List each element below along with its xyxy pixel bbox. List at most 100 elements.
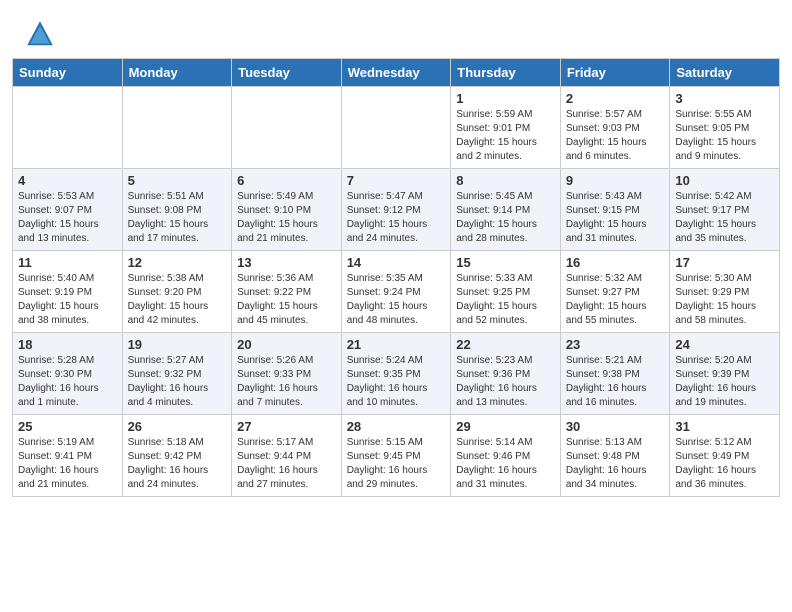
calendar-cell: 10 Sunrise: 5:42 AM Sunset: 9:17 PM Dayli… <box>670 169 780 251</box>
day-info: Sunrise: 5:42 AM Sunset: 9:17 PM Dayligh… <box>675 190 774 246</box>
day-info: Sunrise: 5:57 AM Sunset: 9:03 PM Dayligh… <box>566 108 665 164</box>
day-info: Sunrise: 5:33 AM Sunset: 9:25 PM Dayligh… <box>456 272 555 328</box>
day-number: 28 <box>347 419 446 434</box>
day-number: 17 <box>675 255 774 270</box>
calendar-cell <box>122 87 232 169</box>
day-headers-row: SundayMondayTuesdayWednesdayThursdayFrid… <box>13 59 780 87</box>
logo <box>24 18 60 50</box>
day-info: Sunrise: 5:45 AM Sunset: 9:14 PM Dayligh… <box>456 190 555 246</box>
day-number: 25 <box>18 419 117 434</box>
calendar-cell: 14 Sunrise: 5:35 AM Sunset: 9:24 PM Dayli… <box>341 251 451 333</box>
day-info: Sunrise: 5:43 AM Sunset: 9:15 PM Dayligh… <box>566 190 665 246</box>
calendar-cell: 17Sunrise: 5:30 AM Sunset: 9:29 PM Dayli… <box>670 251 780 333</box>
calendar-cell: 27 Sunrise: 5:17 AM Sunset: 9:44 PM Dayli… <box>232 415 342 497</box>
day-number: 16 <box>566 255 665 270</box>
day-number: 26 <box>128 419 227 434</box>
calendar-cell: 1 Sunrise: 5:59 AM Sunset: 9:01 PM Daylig… <box>451 87 561 169</box>
day-info: Sunrise: 5:26 AM Sunset: 9:33 PM Dayligh… <box>237 354 336 410</box>
week-row-5: 25 Sunrise: 5:19 AM Sunset: 9:41 PM Dayli… <box>13 415 780 497</box>
day-number: 14 <box>347 255 446 270</box>
day-header-wednesday: Wednesday <box>341 59 451 87</box>
day-number: 3 <box>675 91 774 106</box>
calendar-cell: 24 Sunrise: 5:20 AM Sunset: 9:39 PM Dayli… <box>670 333 780 415</box>
day-info: Sunrise: 5:35 AM Sunset: 9:24 PM Dayligh… <box>347 272 446 328</box>
day-info: Sunrise: 5:21 AM Sunset: 9:38 PM Dayligh… <box>566 354 665 410</box>
day-info: Sunrise: 5:17 AM Sunset: 9:44 PM Dayligh… <box>237 436 336 492</box>
day-info: Sunrise: 5:12 AM Sunset: 9:49 PM Dayligh… <box>675 436 774 492</box>
day-number: 6 <box>237 173 336 188</box>
day-info: Sunrise: 5:38 AM Sunset: 9:20 PM Dayligh… <box>128 272 227 328</box>
day-header-monday: Monday <box>122 59 232 87</box>
day-info: Sunrise: 5:18 AM Sunset: 9:42 PM Dayligh… <box>128 436 227 492</box>
calendar-table: SundayMondayTuesdayWednesdayThursdayFrid… <box>12 58 780 497</box>
day-header-tuesday: Tuesday <box>232 59 342 87</box>
calendar-cell: 29Sunrise: 5:14 AM Sunset: 9:46 PM Dayli… <box>451 415 561 497</box>
day-header-friday: Friday <box>560 59 670 87</box>
calendar-cell: 3 Sunrise: 5:55 AM Sunset: 9:05 PM Daylig… <box>670 87 780 169</box>
day-info: Sunrise: 5:28 AM Sunset: 9:30 PM Dayligh… <box>18 354 117 410</box>
day-info: Sunrise: 5:32 AM Sunset: 9:27 PM Dayligh… <box>566 272 665 328</box>
day-info: Sunrise: 5:55 AM Sunset: 9:05 PM Dayligh… <box>675 108 774 164</box>
day-number: 10 <box>675 173 774 188</box>
day-number: 30 <box>566 419 665 434</box>
calendar-cell: 11Sunrise: 5:40 AM Sunset: 9:19 PM Dayli… <box>13 251 123 333</box>
calendar-cell: 28 Sunrise: 5:15 AM Sunset: 9:45 PM Dayli… <box>341 415 451 497</box>
week-row-1: 1 Sunrise: 5:59 AM Sunset: 9:01 PM Daylig… <box>13 87 780 169</box>
calendar-cell: 30Sunrise: 5:13 AM Sunset: 9:48 PM Dayli… <box>560 415 670 497</box>
day-number: 8 <box>456 173 555 188</box>
day-info: Sunrise: 5:19 AM Sunset: 9:41 PM Dayligh… <box>18 436 117 492</box>
calendar-cell: 15 Sunrise: 5:33 AM Sunset: 9:25 PM Dayli… <box>451 251 561 333</box>
day-info: Sunrise: 5:15 AM Sunset: 9:45 PM Dayligh… <box>347 436 446 492</box>
day-info: Sunrise: 5:27 AM Sunset: 9:32 PM Dayligh… <box>128 354 227 410</box>
day-info: Sunrise: 5:23 AM Sunset: 9:36 PM Dayligh… <box>456 354 555 410</box>
calendar-container: SundayMondayTuesdayWednesdayThursdayFrid… <box>0 58 792 509</box>
day-header-saturday: Saturday <box>670 59 780 87</box>
calendar-body: 1 Sunrise: 5:59 AM Sunset: 9:01 PM Daylig… <box>13 87 780 497</box>
day-number: 29 <box>456 419 555 434</box>
day-number: 5 <box>128 173 227 188</box>
day-number: 11 <box>18 255 117 270</box>
day-number: 18 <box>18 337 117 352</box>
day-number: 21 <box>347 337 446 352</box>
calendar-cell: 31 Sunrise: 5:12 AM Sunset: 9:49 PM Dayli… <box>670 415 780 497</box>
day-number: 15 <box>456 255 555 270</box>
calendar-cell: 19Sunrise: 5:27 AM Sunset: 9:32 PM Dayli… <box>122 333 232 415</box>
calendar-cell: 2 Sunrise: 5:57 AM Sunset: 9:03 PM Daylig… <box>560 87 670 169</box>
calendar-cell <box>232 87 342 169</box>
day-info: Sunrise: 5:49 AM Sunset: 9:10 PM Dayligh… <box>237 190 336 246</box>
day-number: 12 <box>128 255 227 270</box>
calendar-cell: 13 Sunrise: 5:36 AM Sunset: 9:22 PM Dayli… <box>232 251 342 333</box>
calendar-cell: 18 Sunrise: 5:28 AM Sunset: 9:30 PM Dayli… <box>13 333 123 415</box>
day-header-sunday: Sunday <box>13 59 123 87</box>
week-row-4: 18 Sunrise: 5:28 AM Sunset: 9:30 PM Dayli… <box>13 333 780 415</box>
calendar-cell: 20 Sunrise: 5:26 AM Sunset: 9:33 PM Dayli… <box>232 333 342 415</box>
day-number: 2 <box>566 91 665 106</box>
calendar-cell: 6 Sunrise: 5:49 AM Sunset: 9:10 PM Daylig… <box>232 169 342 251</box>
calendar-cell <box>341 87 451 169</box>
day-info: Sunrise: 5:47 AM Sunset: 9:12 PM Dayligh… <box>347 190 446 246</box>
day-info: Sunrise: 5:20 AM Sunset: 9:39 PM Dayligh… <box>675 354 774 410</box>
day-info: Sunrise: 5:59 AM Sunset: 9:01 PM Dayligh… <box>456 108 555 164</box>
day-number: 9 <box>566 173 665 188</box>
week-row-2: 4Sunrise: 5:53 AM Sunset: 9:07 PM Daylig… <box>13 169 780 251</box>
calendar-cell: 25 Sunrise: 5:19 AM Sunset: 9:41 PM Dayli… <box>13 415 123 497</box>
calendar-cell: 7 Sunrise: 5:47 AM Sunset: 9:12 PM Daylig… <box>341 169 451 251</box>
calendar-cell <box>13 87 123 169</box>
day-number: 27 <box>237 419 336 434</box>
calendar-cell: 23 Sunrise: 5:21 AM Sunset: 9:38 PM Dayli… <box>560 333 670 415</box>
page-header <box>0 0 792 58</box>
day-number: 7 <box>347 173 446 188</box>
day-info: Sunrise: 5:36 AM Sunset: 9:22 PM Dayligh… <box>237 272 336 328</box>
day-number: 24 <box>675 337 774 352</box>
day-number: 13 <box>237 255 336 270</box>
calendar-header: SundayMondayTuesdayWednesdayThursdayFrid… <box>13 59 780 87</box>
day-number: 22 <box>456 337 555 352</box>
day-info: Sunrise: 5:53 AM Sunset: 9:07 PM Dayligh… <box>18 190 117 246</box>
day-number: 1 <box>456 91 555 106</box>
day-number: 20 <box>237 337 336 352</box>
day-number: 23 <box>566 337 665 352</box>
calendar-cell: 9 Sunrise: 5:43 AM Sunset: 9:15 PM Daylig… <box>560 169 670 251</box>
calendar-cell: 5Sunrise: 5:51 AM Sunset: 9:08 PM Daylig… <box>122 169 232 251</box>
logo-icon <box>24 18 56 50</box>
day-number: 31 <box>675 419 774 434</box>
